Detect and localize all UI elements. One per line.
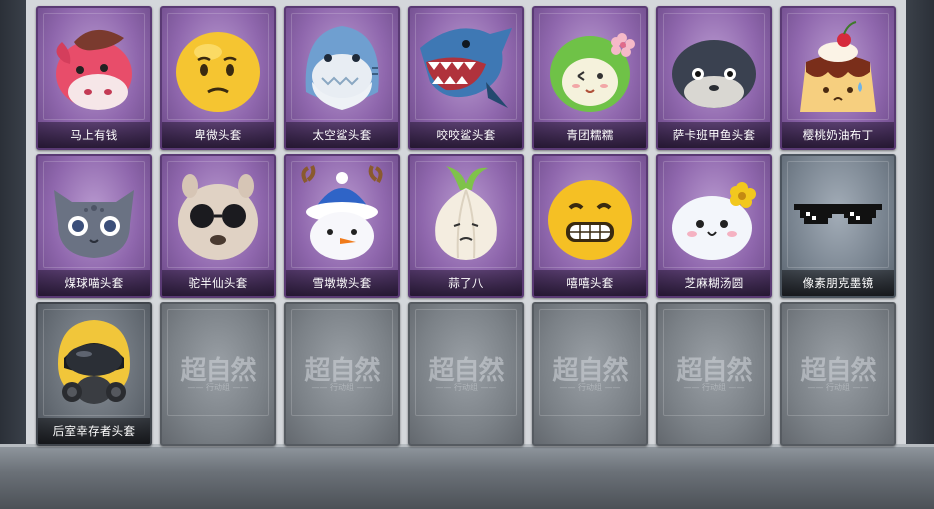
empty-slot-subtitle: —— 行动组 —— — [435, 383, 497, 392]
item-label: 萨卡班甲鱼头套 — [658, 122, 770, 148]
item-card-8[interactable]: 驼半仙头套 — [160, 154, 276, 298]
rice-dumpling-icon — [672, 182, 756, 260]
item-label: 太空鲨头套 — [286, 122, 398, 148]
item-card-0[interactable]: 马上有钱 — [36, 6, 152, 150]
gas-mask-helmet-icon — [58, 320, 130, 404]
empty-slot[interactable]: 超自然 —— 行动组 —— — [780, 302, 896, 446]
right-edge-shadow — [906, 0, 934, 506]
bottom-stone-bar — [0, 444, 934, 509]
empty-slot-subtitle: —— 行动组 —— — [311, 383, 373, 392]
item-label: 后室幸存者头套 — [38, 418, 150, 444]
yellow-humble-face-icon — [176, 32, 260, 112]
empty-slot-subtitle: —— 行动组 —— — [807, 383, 869, 392]
empty-slot-subtitle: —— 行动组 —— — [683, 383, 745, 392]
empty-slot[interactable]: 超自然 —— 行动组 —— — [160, 302, 276, 446]
item-label: 蒜了八 — [410, 270, 522, 296]
item-label: 芝麻糊汤圆 — [658, 270, 770, 296]
empty-slot[interactable]: 超自然 —— 行动组 —— — [532, 302, 648, 446]
item-card-13[interactable]: 像素朋克墨镜 — [780, 154, 896, 298]
item-card-6[interactable]: 樱桃奶油布丁 — [780, 6, 896, 150]
left-edge-shadow — [0, 0, 26, 506]
green-rice-ball-icon — [550, 33, 635, 112]
item-card-5[interactable]: 萨卡班甲鱼头套 — [656, 6, 772, 150]
item-card-3[interactable]: 咬咬鲨头套 — [408, 6, 524, 150]
garlic-head-icon — [435, 166, 497, 260]
red-horse-head-icon — [56, 29, 132, 110]
empty-slot[interactable]: 超自然 —— 行动组 —— — [408, 302, 524, 446]
item-label: 煤球喵头套 — [38, 270, 150, 296]
space-shark-head-icon — [305, 26, 379, 110]
item-card-12[interactable]: 芝麻糊汤圆 — [656, 154, 772, 298]
item-label: 嘻嘻头套 — [534, 270, 646, 296]
cherry-pudding-icon — [800, 21, 876, 112]
alpaca-sunglasses-head-icon — [178, 174, 258, 260]
item-card-9[interactable]: 雪墩墩头套 — [284, 154, 400, 298]
item-card-7[interactable]: 煤球喵头套 — [36, 154, 152, 298]
gray-cat-head-icon — [54, 190, 134, 258]
empty-slot[interactable]: 超自然 —— 行动组 —— — [284, 302, 400, 446]
item-label: 咬咬鲨头套 — [410, 122, 522, 148]
item-card-10[interactable]: 蒜了八 — [408, 154, 524, 298]
item-label: 樱桃奶油布丁 — [782, 122, 894, 148]
empty-slot-subtitle: —— 行动组 —— — [187, 383, 249, 392]
item-label: 像素朋克墨镜 — [782, 270, 894, 296]
item-label: 驼半仙头套 — [162, 270, 274, 296]
item-card-1[interactable]: 卑微头套 — [160, 6, 276, 150]
item-card-2[interactable]: 太空鲨头套 — [284, 6, 400, 150]
biting-shark-head-icon — [420, 28, 512, 108]
item-label: 卑微头套 — [162, 122, 274, 148]
item-label: 雪墩墩头套 — [286, 270, 398, 296]
sacabambaspis-head-icon — [672, 40, 756, 108]
item-label: 青团糯糯 — [534, 122, 646, 148]
pixel-sunglasses-icon — [794, 204, 882, 224]
empty-slot[interactable]: 超自然 —— 行动组 —— — [656, 302, 772, 446]
grinning-face-icon — [548, 180, 632, 260]
snowman-head-icon — [301, 165, 383, 260]
empty-slot-subtitle: —— 行动组 —— — [559, 383, 621, 392]
item-label: 马上有钱 — [38, 122, 150, 148]
item-card-4[interactable]: 青团糯糯 — [532, 6, 648, 150]
item-card-14[interactable]: 后室幸存者头套 — [36, 302, 152, 446]
item-card-11[interactable]: 嘻嘻头套 — [532, 154, 648, 298]
